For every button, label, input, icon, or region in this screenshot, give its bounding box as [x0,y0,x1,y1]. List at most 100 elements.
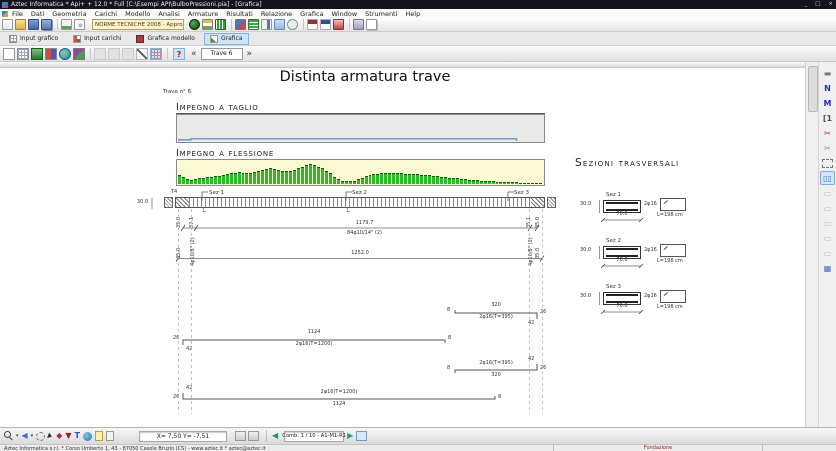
menu-item-window[interactable]: Window [332,10,358,18]
flags-icon[interactable]: ▼ [65,432,71,440]
delete-icon[interactable] [333,19,344,30]
layout-table-icon[interactable] [248,431,259,441]
tab-grafica[interactable]: Grafica [204,33,249,45]
menu-item-help[interactable]: Help [405,10,420,18]
beam-view-icon[interactable]: ▬ [820,66,835,80]
report-1-icon: ▭ [820,186,835,200]
layers-icon[interactable] [202,19,213,30]
selection-box-icon[interactable] [820,156,835,170]
zoom-icon[interactable] [4,431,14,441]
table-blue-icon[interactable]: ▦ [820,261,835,275]
diagram-colors-icon[interactable] [45,48,57,60]
refresh-icon[interactable] [287,19,298,30]
combination-display: Comb. 1 / 10 - A1-M1-R1 [284,431,344,442]
edit-sheet-icon[interactable] [106,431,114,441]
sheet-icon[interactable] [95,431,103,441]
vertical-scrollbar[interactable] [805,62,818,427]
zoom-dropdown-icon[interactable]: ▾ [16,433,19,439]
menu-item-strumenti[interactable]: Strumenti [365,10,397,18]
menu-item-geometria[interactable]: Geometria [52,10,86,18]
print-icon[interactable] [353,19,364,30]
tab-label: Grafica modello [147,35,194,42]
options-gears-icon[interactable] [235,19,246,30]
tab-label: Grafica [221,35,243,42]
text-format-icon[interactable] [320,19,331,30]
tab-input-carichi[interactable]: Input carichi [67,33,127,45]
help-button[interactable]: ? [173,48,185,60]
disabled-tool-icon [94,48,106,60]
menu-item-risultati[interactable]: Risultati [226,10,253,18]
text-tool-icon[interactable]: T [75,432,80,440]
open-file-icon[interactable] [15,19,26,30]
rotate-icon[interactable] [36,432,45,441]
save-all-icon[interactable] [41,19,52,30]
render-icon[interactable] [31,48,43,60]
cut-gray-icon[interactable]: ✂ [820,141,835,155]
rebar-table-icon[interactable] [150,48,162,60]
globe-icon[interactable] [59,48,71,60]
menu-item-analisi[interactable]: Analisi [158,10,179,18]
dimension-linework [0,62,805,427]
new-file-icon[interactable] [2,19,13,30]
current-trave-box[interactable]: Trave 6 [201,48,243,60]
menu-item-file[interactable]: File [12,10,23,18]
menu-item-relazione[interactable]: Relazione [261,10,292,18]
maximize-button[interactable]: □ [815,0,820,9]
results-table-icon[interactable] [215,19,226,30]
normal-force-icon[interactable]: N [820,81,835,95]
menu-item-dati[interactable]: Dati [31,10,44,18]
window-title: Aztec Informatica * Api+ + 12.0 * Full [… [11,0,262,9]
solid-view-icon[interactable] [73,48,85,60]
prev-combination-button[interactable]: ◀ [272,432,278,440]
tab-label: Input carichi [84,35,121,42]
next-trave-button[interactable]: » [243,48,257,60]
save-icon[interactable] [28,19,39,30]
font-style-icon[interactable] [307,19,318,30]
view-tabs-bar: Input grafico Input carichi Grafica mode… [0,32,836,46]
menu-item-grafica[interactable]: Grafica [300,10,323,18]
menu-item-modello[interactable]: Modello [125,10,150,18]
grid-icon[interactable] [274,19,285,30]
cut-red-icon[interactable]: ✂ [820,126,835,140]
document-window-icon [2,11,8,17]
pan-back-icon[interactable]: ◀ [22,432,28,440]
analysis-run-icon[interactable] [189,19,200,30]
export-doc-icon[interactable] [261,19,272,30]
mesh-icon[interactable] [248,19,259,30]
report-5-icon: ▭ [820,246,835,260]
menu-item-armature[interactable]: Armature [188,10,219,18]
scrollbar-thumb[interactable] [808,66,818,112]
export-bmp-icon[interactable] [356,431,367,441]
pan-dropdown-icon[interactable]: ▾ [31,433,34,439]
units-icon[interactable] [61,19,72,30]
model-icon [136,35,144,43]
disabled-tool-icon [122,48,134,60]
drawing-canvas[interactable]: Distinta armatura trave Trave n° 6 Impeg… [0,62,805,427]
app-icon [2,2,8,8]
diagram-curve-icon[interactable] [136,48,148,60]
moment-icon[interactable]: M [820,96,835,110]
measure-icon[interactable]: ◆ [56,432,62,440]
next-combination-button[interactable]: ▶ [347,432,353,440]
select-cursor-icon[interactable] [47,432,53,439]
close-button[interactable]: × [828,0,833,9]
graphics-icon [210,35,218,43]
menu-item-carichi[interactable]: Carichi [95,10,118,18]
separator [231,19,232,30]
scale-table-icon[interactable] [235,431,246,441]
minimize-button[interactable]: _ [804,0,807,9]
prev-trave-button[interactable]: « [187,48,201,60]
graphics-toolbar: ? « Trave 6 » [0,46,836,62]
select-frame-icon[interactable] [3,48,15,60]
double-view-icon[interactable]: ▯▯ [820,171,835,185]
norme-combo[interactable]: NORME TECNICHE 2008 - Approccio 1 [92,19,184,30]
grid-view-icon[interactable] [17,48,29,60]
preview-icon[interactable] [74,19,85,30]
copy-icon[interactable] [366,19,377,30]
globe-icon[interactable] [83,432,92,441]
section-cut-icon[interactable]: [1 [820,111,835,125]
tab-grafica-modello[interactable]: Grafica modello [130,33,200,45]
tab-input-grafico[interactable]: Input grafico [3,33,64,45]
grid-icon [9,35,17,43]
main-toolbar: NORME TECNICHE 2008 - Approccio 1 [0,18,836,32]
